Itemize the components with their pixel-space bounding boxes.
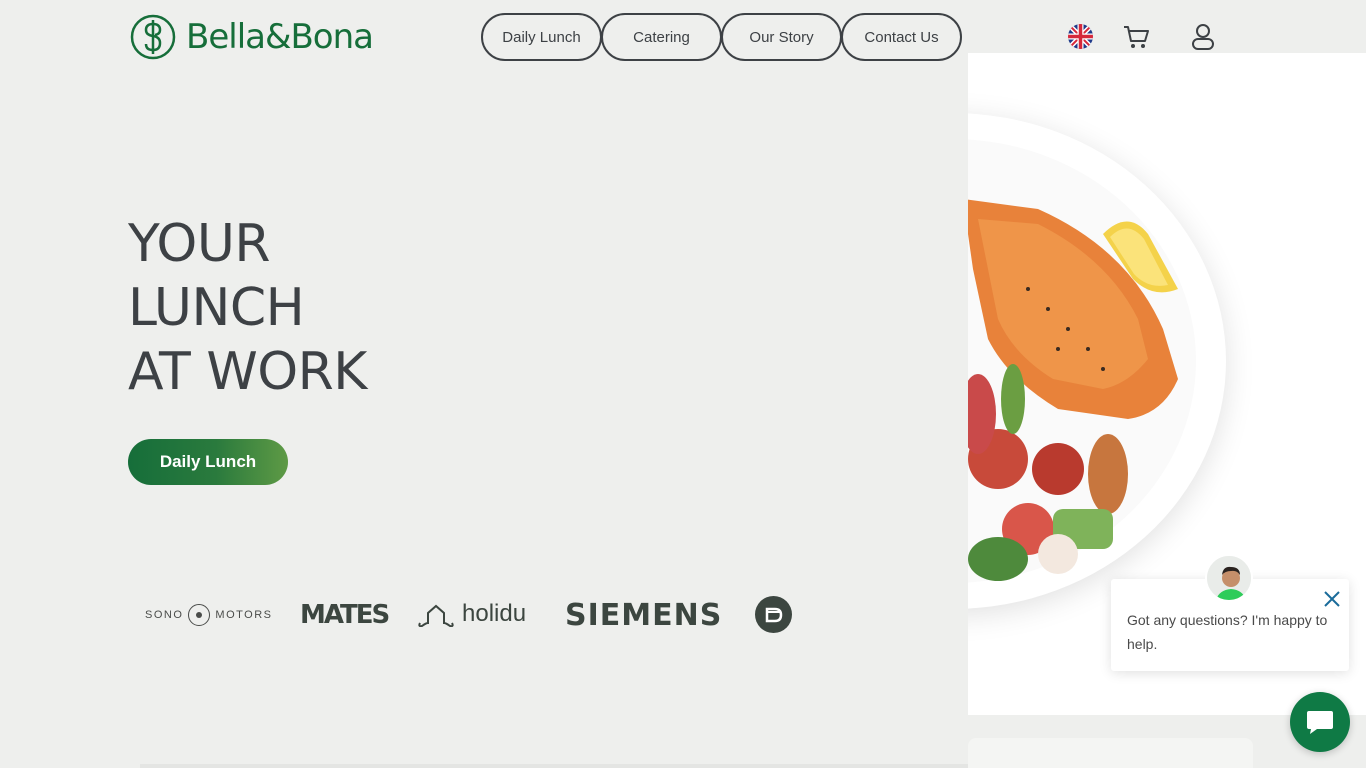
plate-center [968, 139, 1196, 583]
sono-logo-text-left: SONO [145, 609, 184, 621]
brand-name: Bella&Bona [186, 17, 374, 57]
bottom-card [968, 738, 1253, 768]
partner-logos: SONO MOTORS MATES holidu SIEMENS [145, 594, 805, 636]
salmon-dish-illustration [968, 199, 1178, 581]
daily-lunch-cta-button[interactable]: Daily Lunch [128, 439, 288, 485]
hero-title-line-2: LUNCH [128, 278, 305, 338]
brand-logo[interactable]: Bella&Bona [130, 14, 374, 60]
user-icon[interactable] [1191, 23, 1215, 51]
chat-message: Got any questions? I'm happy to help. [1127, 612, 1328, 652]
holidu-logo-text: holidu [462, 600, 527, 627]
section-divider [140, 764, 968, 768]
hero-title-line-3: AT WORK [128, 342, 367, 402]
holidu-logo: holidu [416, 600, 526, 628]
main-nav: Daily Lunch Catering Our Story Contact U… [481, 13, 962, 61]
mates-logo: MATES [300, 600, 390, 630]
hero-title: YOUR LUNCH AT WORK [128, 212, 367, 404]
nav-our-story[interactable]: Our Story [721, 13, 842, 61]
cart-icon[interactable] [1122, 24, 1150, 50]
uk-flag-icon[interactable] [1068, 24, 1093, 49]
chat-agent-avatar [1205, 554, 1253, 602]
nav-daily-lunch[interactable]: Daily Lunch [481, 13, 602, 61]
hero-title-line-1: YOUR [128, 214, 271, 274]
close-icon[interactable] [1323, 590, 1341, 608]
sono-motors-logo: SONO MOTORS [145, 604, 272, 626]
nav-catering[interactable]: Catering [601, 13, 722, 61]
plate [968, 113, 1226, 609]
holidu-house-icon [418, 604, 454, 627]
sono-circle-icon [188, 604, 211, 626]
partner-round-logo [755, 596, 792, 633]
chat-launcher-button[interactable] [1290, 692, 1350, 752]
sono-logo-text-right: MOTORS [215, 609, 273, 621]
nav-contact-us[interactable]: Contact Us [841, 13, 962, 61]
partner-d-icon [765, 607, 782, 622]
chat-bubble-icon [1307, 711, 1333, 734]
bella-bona-logo-icon [130, 14, 176, 60]
siemens-logo: SIEMENS [565, 598, 723, 633]
